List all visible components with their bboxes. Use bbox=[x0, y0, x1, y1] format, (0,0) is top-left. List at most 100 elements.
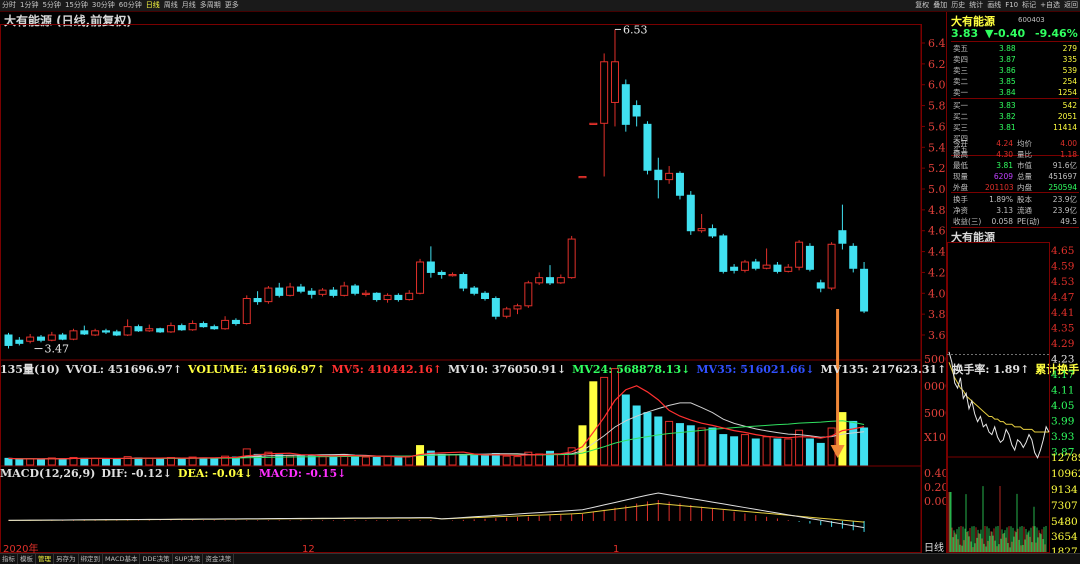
intraday-price-label: 3.93 bbox=[1051, 431, 1074, 443]
stat-row[interactable]: 最低 3.81 市值 91.6亿 bbox=[951, 160, 1079, 171]
candle-up bbox=[69, 330, 78, 340]
stock-code: 600403 bbox=[1018, 16, 1045, 24]
divider bbox=[951, 41, 1079, 42]
period-tab[interactable]: 更多 bbox=[223, 0, 241, 11]
macd-value: MACD: -0.15↓ bbox=[258, 467, 347, 480]
period-tab[interactable]: 日线 bbox=[144, 0, 162, 11]
volume-bar bbox=[26, 458, 35, 466]
ask-row[interactable]: 卖二 3.85 254 bbox=[951, 76, 1079, 87]
volume-bar bbox=[318, 456, 327, 466]
bottom-tab[interactable]: 另存为 bbox=[54, 554, 79, 564]
period-tab[interactable]: 1分钟 bbox=[18, 0, 40, 11]
toolbar-button[interactable]: +自选 bbox=[1038, 0, 1062, 11]
ask-volume: 335 bbox=[1062, 55, 1077, 64]
volume-bar bbox=[513, 456, 522, 466]
volume-bar bbox=[719, 434, 728, 466]
volume-bar bbox=[351, 455, 360, 466]
toolbar-button[interactable]: 返回 bbox=[1062, 0, 1080, 11]
bid-row[interactable]: 买三 3.81 11414 bbox=[951, 122, 1079, 133]
ask-row[interactable]: 卖四 3.87 335 bbox=[951, 54, 1079, 65]
price-axis-label: 6.40 bbox=[928, 37, 946, 50]
toolbar-button[interactable]: 标记 bbox=[1020, 0, 1038, 11]
volume-bar bbox=[372, 456, 381, 466]
candle-down bbox=[15, 339, 24, 344]
intraday-price-label: 4.35 bbox=[1051, 323, 1074, 335]
candle-down bbox=[426, 261, 435, 273]
toolbar-button[interactable]: 复权 bbox=[913, 0, 931, 11]
mv5-value: MV5: 410442.16↑ bbox=[331, 363, 442, 376]
candle-down bbox=[372, 292, 381, 301]
intraday-volume bbox=[948, 486, 1047, 552]
candle-down bbox=[134, 326, 143, 332]
volume-bar bbox=[860, 427, 869, 466]
period-tab[interactable]: 15分钟 bbox=[63, 0, 90, 11]
toolbar-button[interactable]: 统计 bbox=[967, 0, 985, 11]
bottom-tab[interactable]: 资金决策 bbox=[203, 554, 235, 564]
macd-indicator-title[interactable]: MACD(12,26,9) bbox=[0, 467, 95, 480]
volume-bar bbox=[134, 457, 143, 466]
ask-row[interactable]: 卖五 3.88 279 bbox=[951, 43, 1079, 54]
intraday-price-label: 4.23 bbox=[1051, 354, 1074, 366]
toolbar-button[interactable]: 画线 bbox=[985, 0, 1003, 11]
bottom-tab[interactable]: 管理 bbox=[36, 554, 54, 564]
candle-down bbox=[632, 105, 641, 117]
stat-row[interactable]: 收益(三) 0.058 PE(动) 49.5 bbox=[951, 216, 1079, 227]
toolbar-button[interactable]: 叠加 bbox=[931, 0, 949, 11]
stat-row[interactable]: 换手 1.89% 股本 23.9亿 bbox=[951, 194, 1079, 205]
candle-down bbox=[210, 326, 219, 330]
ask-row[interactable]: 卖一 3.84 1254 bbox=[951, 87, 1079, 98]
mv135-value: MV135: 217623.31↑ bbox=[820, 363, 947, 376]
date-label: 1 bbox=[613, 544, 619, 553]
price-change: ▼-0.40 bbox=[985, 27, 1026, 40]
candle-up bbox=[145, 328, 154, 332]
volume-bar bbox=[199, 457, 208, 466]
bottom-tab[interactable]: DDE决策 bbox=[140, 554, 173, 564]
intraday-price-label: 4.65 bbox=[1051, 245, 1074, 257]
bottom-tab[interactable]: SUP决策 bbox=[173, 554, 204, 564]
stat-row[interactable]: 今开 4.24 均价 4.00 bbox=[951, 138, 1079, 149]
volume-axis-label: X100 bbox=[924, 431, 946, 444]
volume-bar bbox=[621, 394, 630, 466]
stat-label: 收益(三) bbox=[953, 217, 982, 226]
period-tab[interactable]: 周线 bbox=[162, 0, 180, 11]
volume-bar bbox=[437, 453, 446, 466]
volume-bar bbox=[643, 412, 652, 466]
stat-row[interactable]: 现量 6209 总量 451697 bbox=[951, 171, 1079, 182]
period-tab[interactable]: 30分钟 bbox=[90, 0, 117, 11]
volume-bar bbox=[773, 438, 782, 466]
candle-up bbox=[123, 326, 132, 336]
toolbar-button[interactable]: 历史 bbox=[949, 0, 967, 11]
stat-label: 流通 bbox=[1017, 206, 1032, 215]
bottom-tab[interactable]: 指标 bbox=[0, 554, 18, 564]
stat-row[interactable]: 最高 4.30 量比 1.18 bbox=[951, 149, 1079, 160]
bid-price: 3.82 bbox=[999, 112, 1016, 121]
toolbar-button[interactable]: F10 bbox=[1003, 0, 1020, 11]
stat-label: 换手 bbox=[953, 195, 968, 204]
ask-label: 卖二 bbox=[953, 77, 968, 86]
intraday-chart[interactable]: 4.65 4.59 4.53 4.47 4.41 4.35 4.29 4.23 4.17 4.11… bbox=[947, 242, 1080, 553]
period-tab[interactable]: 分时 bbox=[0, 0, 18, 11]
ask-row[interactable]: 卖三 3.86 539 bbox=[951, 65, 1079, 76]
bottom-tab[interactable]: MACD基本 bbox=[103, 554, 141, 564]
candle-up bbox=[361, 292, 370, 295]
volume-indicator-title[interactable]: 135量(10) bbox=[0, 363, 60, 376]
current-price: 3.83 bbox=[951, 27, 979, 40]
bottom-tab[interactable]: 绑定到 bbox=[79, 554, 103, 564]
volume-bar bbox=[784, 438, 793, 466]
period-tab[interactable]: 5分钟 bbox=[40, 0, 62, 11]
period-tab[interactable]: 月线 bbox=[180, 0, 198, 11]
divider bbox=[951, 227, 1079, 228]
period-tab[interactable]: 60分钟 bbox=[117, 0, 144, 11]
candle-up bbox=[340, 285, 349, 296]
candle-down bbox=[491, 298, 500, 317]
candle-up bbox=[26, 336, 35, 342]
stat-row[interactable]: 净资 3.13 流通 23.9亿 bbox=[951, 205, 1079, 216]
bid-row[interactable]: 买二 3.82 2051 bbox=[951, 111, 1079, 122]
bottom-tab[interactable]: 模板 bbox=[18, 554, 36, 564]
candle-up bbox=[524, 282, 533, 307]
period-label: 日线 bbox=[924, 541, 944, 553]
bid-row[interactable]: 买一 3.83 542 bbox=[951, 100, 1079, 111]
period-tab[interactable]: 多周期 bbox=[198, 0, 223, 11]
price-axis-label: 4.00 bbox=[928, 287, 946, 300]
volume-bar bbox=[610, 368, 619, 466]
